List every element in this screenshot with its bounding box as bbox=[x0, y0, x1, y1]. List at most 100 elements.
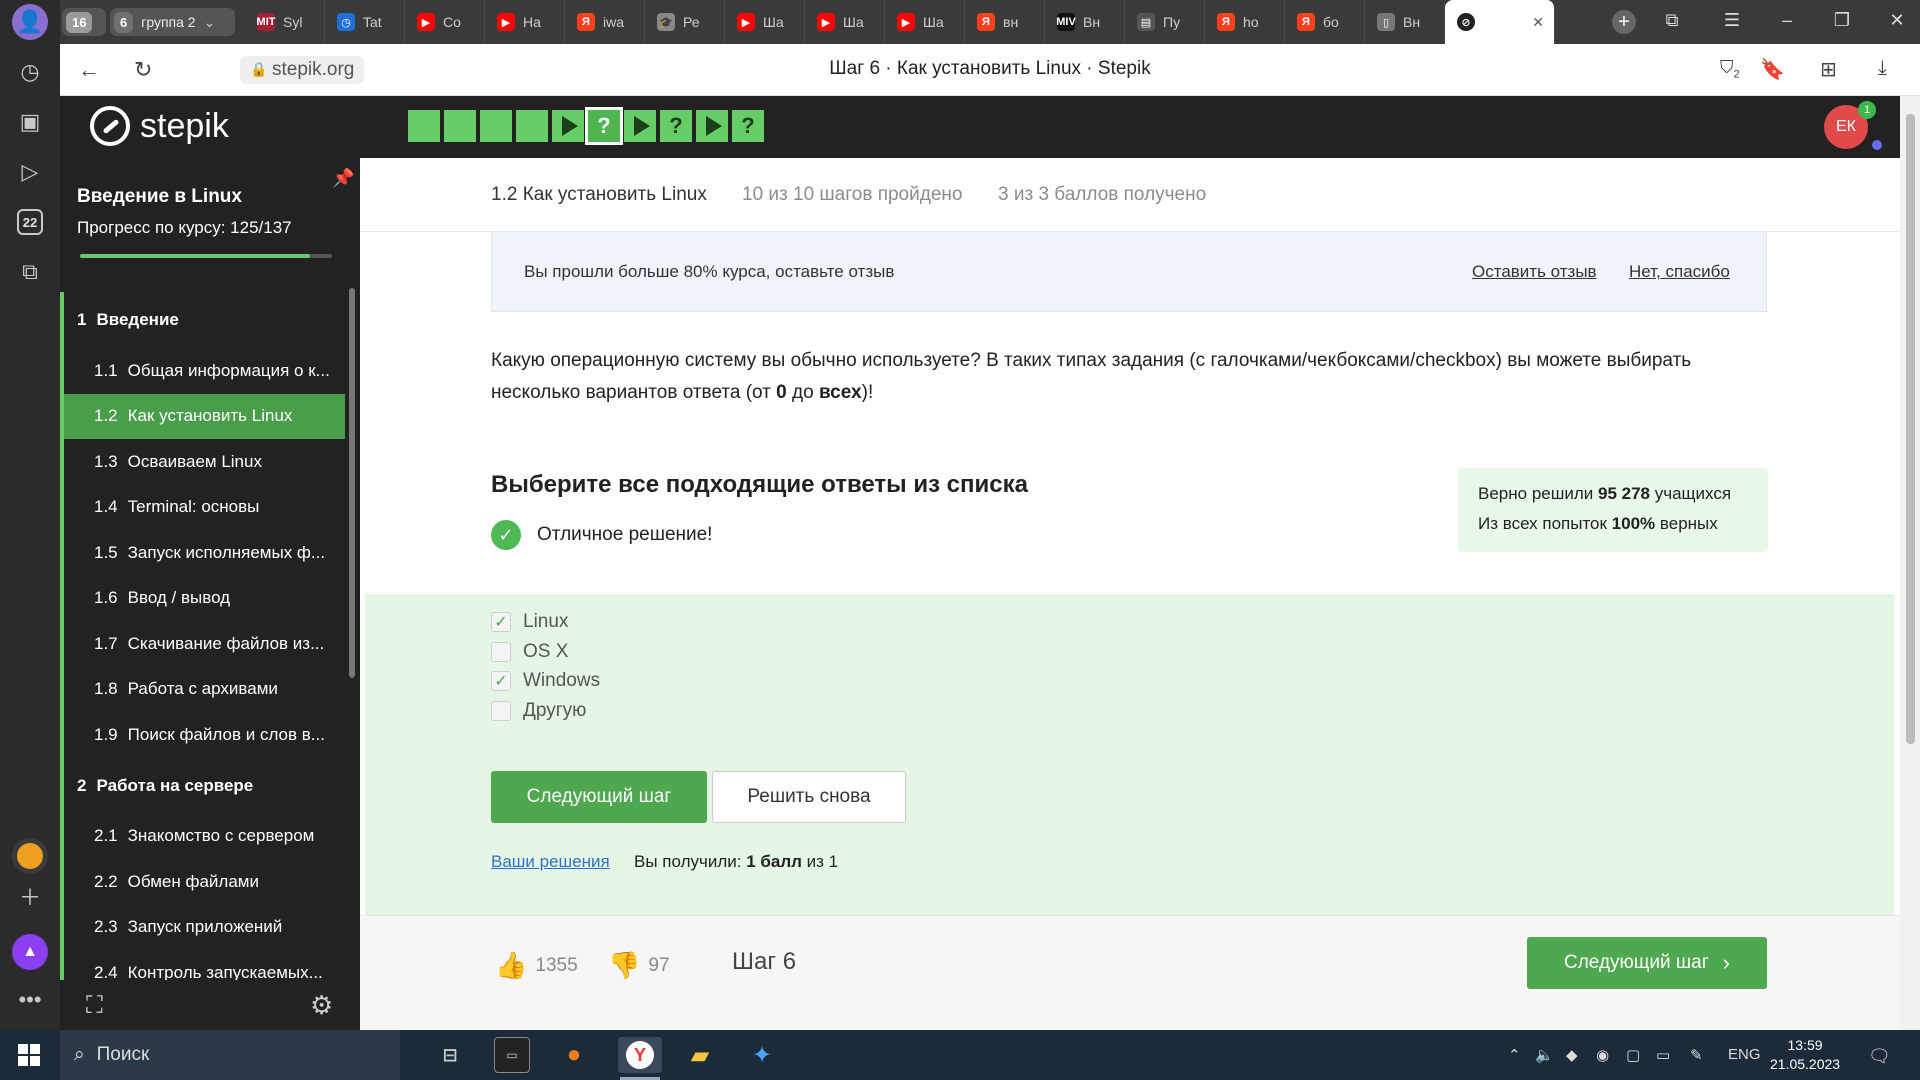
sidebar-item-lesson-2-1[interactable]: 2.1 Знакомство с сервером bbox=[60, 813, 345, 859]
next-step-button[interactable]: Следующий шаг bbox=[491, 771, 707, 823]
close-tab-icon[interactable]: ✕ bbox=[1532, 14, 1544, 31]
browser-tab[interactable]: Яiwa bbox=[565, 0, 645, 44]
bookmark-icon[interactable]: 🔖 bbox=[1760, 57, 1785, 82]
step-1-text[interactable] bbox=[408, 110, 440, 142]
option-checkbox[interactable] bbox=[491, 700, 511, 721]
task-view-icon[interactable]: ⊟ bbox=[432, 1037, 468, 1073]
tab-group-counter[interactable]: 16 bbox=[62, 8, 107, 36]
new-tab-button[interactable]: + bbox=[1612, 10, 1636, 34]
page-scrollbar[interactable] bbox=[1900, 96, 1920, 1030]
solve-again-button[interactable]: Решить снова bbox=[712, 771, 906, 823]
footer-next-step-button[interactable]: Следующий шаг › bbox=[1527, 937, 1767, 989]
browser-tab[interactable]: ▶ Ша bbox=[885, 0, 965, 44]
sidebar-item-lesson-1-5[interactable]: 1.5 Запуск исполняемых ф... bbox=[60, 530, 345, 576]
sidebar-item-lesson-1-7[interactable]: 1.7 Скачивание файлов из... bbox=[60, 621, 345, 667]
dropbox-icon[interactable]: ◆ bbox=[1566, 1046, 1578, 1064]
browser-tab[interactable]: ◷ Tat bbox=[325, 0, 405, 44]
sidebar-item-lesson-1-2[interactable]: 1.2 Как установить Linux bbox=[60, 393, 345, 439]
alice-assistant-icon[interactable]: ▲ bbox=[12, 934, 48, 970]
browser-tab[interactable]: Яho bbox=[1205, 0, 1285, 44]
history-icon[interactable]: ◷ bbox=[14, 56, 46, 88]
browser-tab[interactable]: ▶ На bbox=[485, 0, 565, 44]
tray-chevron-up-icon[interactable]: ⌃ bbox=[1508, 1046, 1521, 1064]
battery-icon[interactable]: ▭ bbox=[1656, 1046, 1670, 1064]
windows-start-icon[interactable] bbox=[18, 1044, 40, 1066]
browser-tab[interactable]: MIT Syl bbox=[245, 0, 325, 44]
step-6-quiz[interactable]: ? bbox=[585, 107, 623, 145]
file-explorer-app-icon[interactable]: ▰ bbox=[682, 1037, 718, 1073]
collections-icon[interactable]: ▣ bbox=[14, 106, 46, 138]
step-2-text[interactable] bbox=[444, 110, 476, 142]
fullscreen-icon[interactable]: ⛶ bbox=[86, 992, 103, 1020]
pen-icon[interactable]: ✎ bbox=[1690, 1046, 1703, 1064]
sidebar-item-lesson-1-4[interactable]: 1.4 Terminal: основы bbox=[60, 484, 345, 530]
option-checkbox[interactable]: ✓ bbox=[491, 612, 511, 632]
menu-icon[interactable]: ☰ bbox=[1720, 10, 1744, 31]
firefox-app-icon[interactable]: ● bbox=[556, 1037, 592, 1073]
chrome-icon[interactable]: ◉ bbox=[1596, 1046, 1609, 1064]
yandex-browser-app-icon[interactable]: Y bbox=[618, 1037, 662, 1073]
step-8-quiz[interactable]: ? bbox=[660, 110, 692, 142]
step-10-quiz[interactable]: ? bbox=[732, 110, 764, 142]
sidebar-item-lesson-1-1[interactable]: 1.1 Общая информация о к... bbox=[60, 348, 345, 394]
tab-group[interactable]: 6 группа 2 ⌄ bbox=[110, 8, 235, 36]
sidebar-item-lesson-1-6[interactable]: 1.6 Ввод / вывод bbox=[60, 575, 345, 621]
option-checkbox[interactable]: ✓ bbox=[491, 671, 511, 691]
pin-icon[interactable]: 📌 bbox=[332, 168, 354, 189]
reader-icon[interactable]: ⊞ bbox=[1820, 57, 1837, 82]
browser-tab[interactable]: Ябо bbox=[1285, 0, 1365, 44]
sidebar-item-lesson-1-3[interactable]: 1.3 Осваиваем Linux bbox=[60, 439, 345, 485]
like-button[interactable]: 👍 1355 bbox=[495, 950, 578, 981]
leave-review-link[interactable]: Оставить отзыв bbox=[1472, 262, 1597, 282]
your-solutions-link[interactable]: Ваши решения bbox=[491, 852, 610, 872]
add-panel-icon[interactable]: ＋ bbox=[14, 880, 46, 912]
browser-tab[interactable]: ▯ Вн bbox=[1365, 0, 1445, 44]
settings-app-icon[interactable]: ✦ bbox=[744, 1037, 780, 1073]
course-title[interactable]: Введение в Linux bbox=[77, 186, 242, 208]
step-7-video[interactable] bbox=[624, 110, 656, 142]
download-icon[interactable]: ⤓ bbox=[1878, 57, 1887, 80]
screenshot-icon[interactable]: ⧉ bbox=[14, 256, 46, 288]
language-indicator[interactable]: ENG bbox=[1728, 1046, 1761, 1063]
option-os-x[interactable]: OS X bbox=[491, 641, 568, 663]
sidebar-scrollbar[interactable] bbox=[349, 288, 355, 678]
step-5-video[interactable] bbox=[552, 110, 584, 142]
step-3-text[interactable] bbox=[480, 110, 512, 142]
browser-tab[interactable]: ▤ Пу bbox=[1125, 0, 1205, 44]
taskbar-search[interactable]: ⌕ Поиск bbox=[60, 1030, 400, 1080]
display-icon[interactable]: ▢ bbox=[1626, 1046, 1640, 1064]
option-checkbox[interactable] bbox=[491, 641, 511, 662]
option-windows[interactable]: ✓ Windows bbox=[491, 670, 600, 692]
step-9-video[interactable] bbox=[696, 110, 728, 142]
sidebar-item-lesson-1-9[interactable]: 1.9 Поиск файлов и слов в... bbox=[60, 712, 345, 758]
messenger-app-icon[interactable] bbox=[12, 838, 48, 874]
browser-tab[interactable]: ▶ Co bbox=[405, 0, 485, 44]
browser-tab[interactable]: Явн bbox=[965, 0, 1045, 44]
browser-tab[interactable]: MIV Вн bbox=[1045, 0, 1125, 44]
video-icon[interactable]: ▷ bbox=[14, 156, 46, 188]
taskbar-clock[interactable]: 13:59 21.05.2023 bbox=[1770, 1036, 1840, 1074]
notifications-icon[interactable]: 🗨 bbox=[1868, 1046, 1891, 1067]
page-scrollbar-thumb[interactable] bbox=[1906, 114, 1915, 744]
more-icon[interactable]: ••• bbox=[14, 984, 46, 1016]
no-thanks-link[interactable]: Нет, спасибо bbox=[1629, 262, 1730, 282]
restore-icon[interactable]: ❐ bbox=[1830, 10, 1854, 31]
calendar-icon[interactable]: 22 bbox=[14, 206, 46, 238]
module-header-1[interactable]: 1 Введение bbox=[60, 292, 345, 348]
browser-tab-active[interactable]: ⊘ ✕ bbox=[1445, 0, 1555, 44]
dislike-button[interactable]: 👎 97 bbox=[608, 950, 670, 981]
gear-icon[interactable]: ⚙ bbox=[310, 990, 333, 1021]
extensions-icon[interactable]: ⛉2 bbox=[1720, 57, 1740, 81]
browser-tab[interactable]: ▶ Ша bbox=[805, 0, 885, 44]
terminal-app-icon[interactable]: ▭ bbox=[494, 1037, 530, 1073]
close-window-icon[interactable]: ✕ bbox=[1885, 10, 1909, 31]
sidebar-item-lesson-1-8[interactable]: 1.8 Работа с архивами bbox=[60, 666, 345, 712]
stepik-logo[interactable]: stepik bbox=[90, 106, 229, 146]
option-linux[interactable]: ✓ Linux bbox=[491, 611, 568, 633]
option-другую[interactable]: Другую bbox=[491, 700, 586, 722]
minimize-icon[interactable]: – bbox=[1775, 10, 1799, 31]
module-header-2[interactable]: 2 Работа на сервере bbox=[60, 757, 345, 814]
step-4-text[interactable] bbox=[516, 110, 548, 142]
profile-icon[interactable]: 👤 bbox=[12, 4, 48, 40]
tabs-overview-icon[interactable]: ⧉ bbox=[1660, 10, 1684, 31]
